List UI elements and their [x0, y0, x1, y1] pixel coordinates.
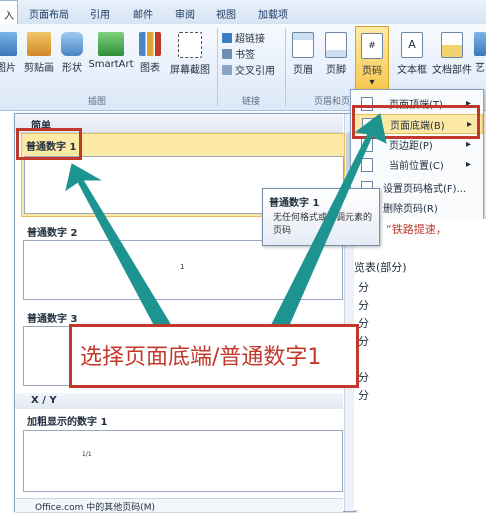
arrow-to-gallery-icon: [65, 163, 176, 333]
annotation-callout: 选择页面底端/普通数字1: [69, 324, 359, 388]
annotation-text: 选择页面底端/普通数字1: [80, 345, 322, 370]
arrow-to-menu-icon: [267, 113, 387, 333]
annotation-arrows: [65, 113, 387, 333]
